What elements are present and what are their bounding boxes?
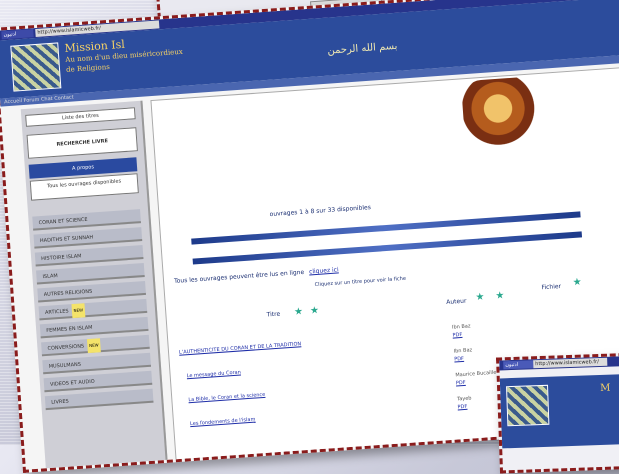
read-online-note-text: Tous les ouvrages peuvent être lus en li… — [173, 268, 305, 285]
sort-star-icon[interactable] — [294, 307, 303, 316]
column-header-file[interactable]: Fichier — [541, 283, 561, 291]
book-author: Maurice Bucaille — [455, 369, 497, 379]
sort-star-icon[interactable] — [573, 278, 582, 287]
book-title-link[interactable]: La Bible, le Coran et la science — [188, 392, 265, 403]
book-author: Ibn Baz — [453, 347, 473, 355]
calligraphy-ornament — [460, 75, 554, 156]
sidebar-item-label: LIVRES — [51, 398, 69, 406]
sidebar-item-label: VIDEOS ET AUDIO — [49, 378, 95, 388]
thumbnail-titlebar: ادتيون http://www.islamicweb.fr/ — [499, 355, 619, 371]
sidebar-search-box[interactable]: RECHERCHE LIVRE — [26, 127, 138, 159]
new-badge: NEW — [86, 338, 102, 354]
new-badge: NEW — [71, 303, 86, 319]
sidebar-item-label: MUSULMANS — [48, 361, 82, 370]
sidebar-item-label: HISTOIRE ISLAM — [41, 253, 82, 263]
sidebar-item-label: AUTRES RELIGIONS — [43, 288, 93, 299]
read-online-link[interactable]: cliquez ici — [309, 266, 339, 275]
site-tagline: de Religions — [65, 62, 111, 74]
site-logo[interactable] — [10, 42, 62, 92]
book-file-link[interactable]: PDF — [457, 404, 467, 411]
bottom-screenshot-thumbnail: ادتيون http://www.islamicweb.fr/ M — [496, 352, 619, 474]
book-author: Tayeb — [456, 395, 472, 403]
sidebar-item[interactable]: LIVRES — [44, 388, 154, 411]
thumbnail-address: http://www.islamicweb.fr/ — [533, 357, 608, 369]
sidebar-item-label: ISLAM — [42, 273, 58, 281]
sidebar-item-label: FEMMES EN ISLAM — [46, 324, 93, 334]
sidebar-item-label: HADITHS ET SUNNAH — [39, 234, 94, 245]
book-title-link[interactable]: Les fondements de l'islam — [190, 417, 256, 428]
book-count-text: ouvrages 1 à 8 sur 33 disponibles — [269, 204, 372, 219]
sidebar-item-label: CORAN ET SCIENCE — [38, 216, 88, 227]
sidebar-list-box[interactable]: Liste des titres — [25, 107, 136, 127]
book-title-link[interactable]: L'AUTHENTICITE DU CORAN ET DE LA TRADITI… — [179, 341, 302, 356]
book-file-link[interactable]: PDF — [452, 332, 462, 339]
sidebar-item-label: CONVERSIONS — [47, 343, 85, 352]
thumbnail-banner: M — [499, 373, 619, 449]
sort-star-icon[interactable] — [496, 291, 505, 300]
sort-star-icon[interactable] — [476, 292, 485, 301]
sidebar: Liste des titres RECHERCHE LIVRE A propo… — [20, 100, 168, 469]
click-title-note: Cliquez sur un titre pour voir la fiche — [314, 275, 407, 289]
thumbnail-logo — [506, 384, 550, 427]
sidebar-item-label: ARTICLES — [44, 308, 69, 316]
column-header-author[interactable]: Auteur — [446, 298, 467, 306]
thumbnail-banner-title: M — [599, 382, 611, 394]
thumbnail-tab: ادتيون — [503, 360, 534, 370]
book-author: Ibn Baz — [451, 323, 471, 331]
arabic-calligraphy: بسم الله الرحمن — [327, 40, 398, 57]
book-title-link[interactable]: Le message du Coran — [187, 369, 241, 379]
book-file-link[interactable]: PDF — [456, 380, 466, 387]
sort-star-icon[interactable] — [310, 306, 319, 315]
column-header-title[interactable]: Titre — [266, 311, 280, 319]
book-file-link[interactable]: PDF — [454, 356, 464, 363]
